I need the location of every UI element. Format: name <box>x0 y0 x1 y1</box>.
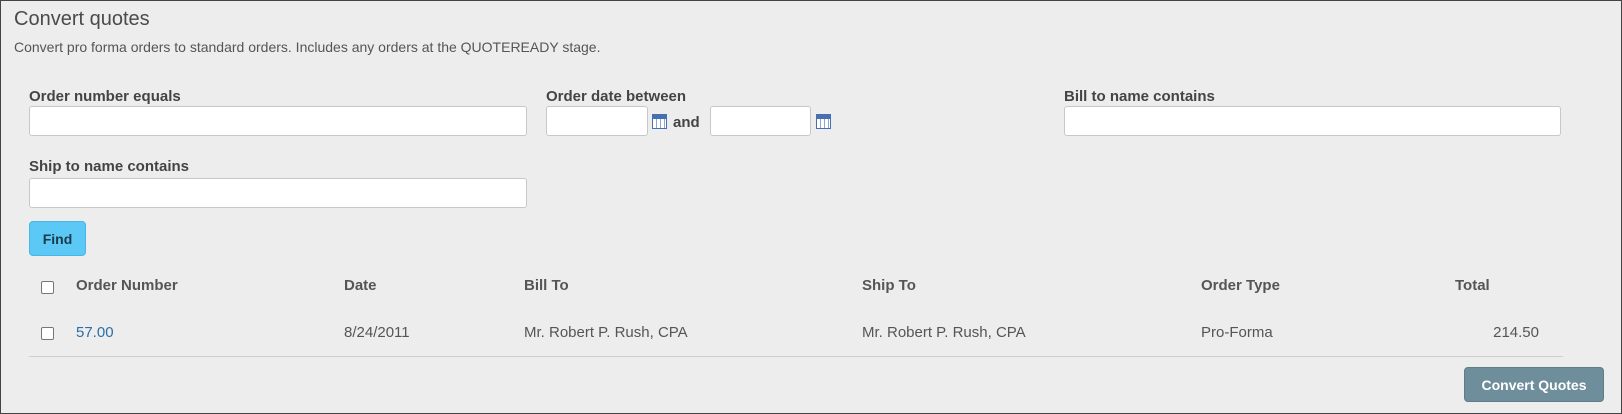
order-date-cell: 8/24/2011 <box>344 324 410 341</box>
order-date-label: Order date between <box>546 88 687 105</box>
column-header-order-number: Order Number <box>76 277 178 294</box>
convert-quotes-button[interactable]: Convert Quotes <box>1464 367 1604 402</box>
date-and-label: and <box>673 114 700 131</box>
calendar-icon[interactable] <box>652 114 667 129</box>
bill-to-label: Bill to name contains <box>1064 88 1215 105</box>
calendar-icon[interactable] <box>816 114 831 129</box>
date-from-input[interactable] <box>546 106 648 136</box>
order-number-input[interactable] <box>29 106 527 136</box>
ship-to-input[interactable] <box>29 178 527 208</box>
convert-quotes-panel: Convert quotes Convert pro forma orders … <box>0 0 1622 414</box>
column-header-order-type: Order Type <box>1201 277 1280 294</box>
page-description: Convert pro forma orders to standard ord… <box>14 39 601 55</box>
row-divider <box>29 356 1563 357</box>
column-header-total: Total <box>1455 277 1490 294</box>
ship-to-cell: Mr. Robert P. Rush, CPA <box>862 324 1026 341</box>
find-button[interactable]: Find <box>29 221 86 256</box>
column-header-bill-to: Bill To <box>524 277 569 294</box>
date-to-input[interactable] <box>710 106 811 136</box>
order-type-cell: Pro-Forma <box>1201 324 1273 341</box>
page-title: Convert quotes <box>14 8 150 30</box>
row-checkbox[interactable] <box>41 327 54 340</box>
ship-to-label: Ship to name contains <box>29 158 190 175</box>
select-all-checkbox[interactable] <box>41 281 54 294</box>
bill-to-input[interactable] <box>1064 106 1561 136</box>
order-total-cell: 214.50 <box>1493 324 1539 341</box>
order-number-label: Order number equals <box>29 88 181 105</box>
bill-to-cell: Mr. Robert P. Rush, CPA <box>524 324 688 341</box>
column-header-ship-to: Ship To <box>862 277 916 294</box>
order-number-link[interactable]: 57.00 <box>76 324 114 341</box>
column-header-date: Date <box>344 277 377 294</box>
